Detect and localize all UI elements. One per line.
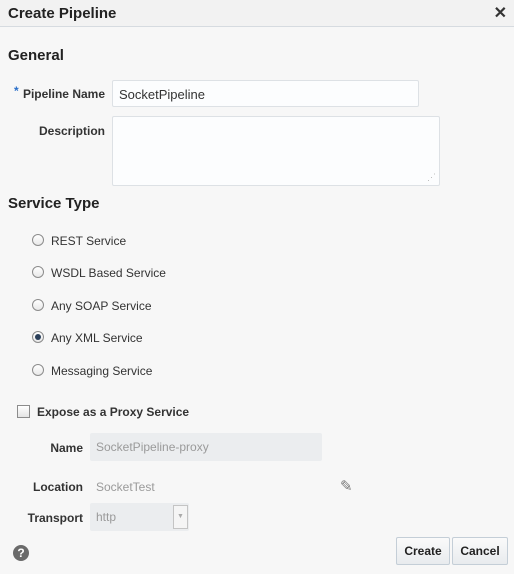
section-service-type: Service Type <box>8 195 100 212</box>
dialog-title: Create Pipeline <box>8 5 117 22</box>
radio-button[interactable] <box>32 364 44 376</box>
radio-label: REST Service <box>51 234 127 248</box>
resize-handle-icon[interactable]: ⋰ <box>427 172 436 183</box>
proxy-name-label: Name <box>50 441 83 455</box>
radio-label: Messaging Service <box>51 364 153 378</box>
radio-button[interactable] <box>32 299 44 311</box>
description-textarea[interactable] <box>112 116 440 186</box>
proxy-name-input[interactable]: SocketPipeline-proxy <box>90 433 322 461</box>
description-label: Description <box>38 124 105 138</box>
expose-proxy-label: Expose as a Proxy Service <box>37 405 190 419</box>
dialog-header: Create Pipeline ✕ <box>0 0 514 27</box>
radio-button[interactable] <box>32 266 44 278</box>
radio-label: WSDL Based Service <box>51 266 166 280</box>
radio-label: Any SOAP Service <box>51 299 152 313</box>
pencil-icon[interactable]: ✎ <box>340 477 353 495</box>
section-general: General <box>8 47 64 64</box>
help-icon[interactable]: ? <box>13 545 29 561</box>
radio-label: Any XML Service <box>51 331 143 345</box>
pipeline-name-label: Pipeline Name <box>22 87 105 101</box>
create-button[interactable]: Create <box>396 537 450 565</box>
radio-button-selected[interactable] <box>32 331 44 343</box>
location-value: SocketTest <box>96 480 155 494</box>
chevron-down-icon[interactable]: ▼ <box>173 505 188 529</box>
radio-button[interactable] <box>32 234 44 246</box>
expose-proxy-checkbox[interactable] <box>17 405 30 418</box>
transport-label: Transport <box>27 511 83 525</box>
cancel-button[interactable]: Cancel <box>452 537 508 565</box>
location-label: Location <box>33 480 83 494</box>
transport-value: http <box>96 510 117 524</box>
close-icon[interactable]: ✕ <box>494 3 507 23</box>
required-marker: * <box>14 84 19 98</box>
pipeline-name-input[interactable]: SocketPipeline <box>112 80 419 107</box>
